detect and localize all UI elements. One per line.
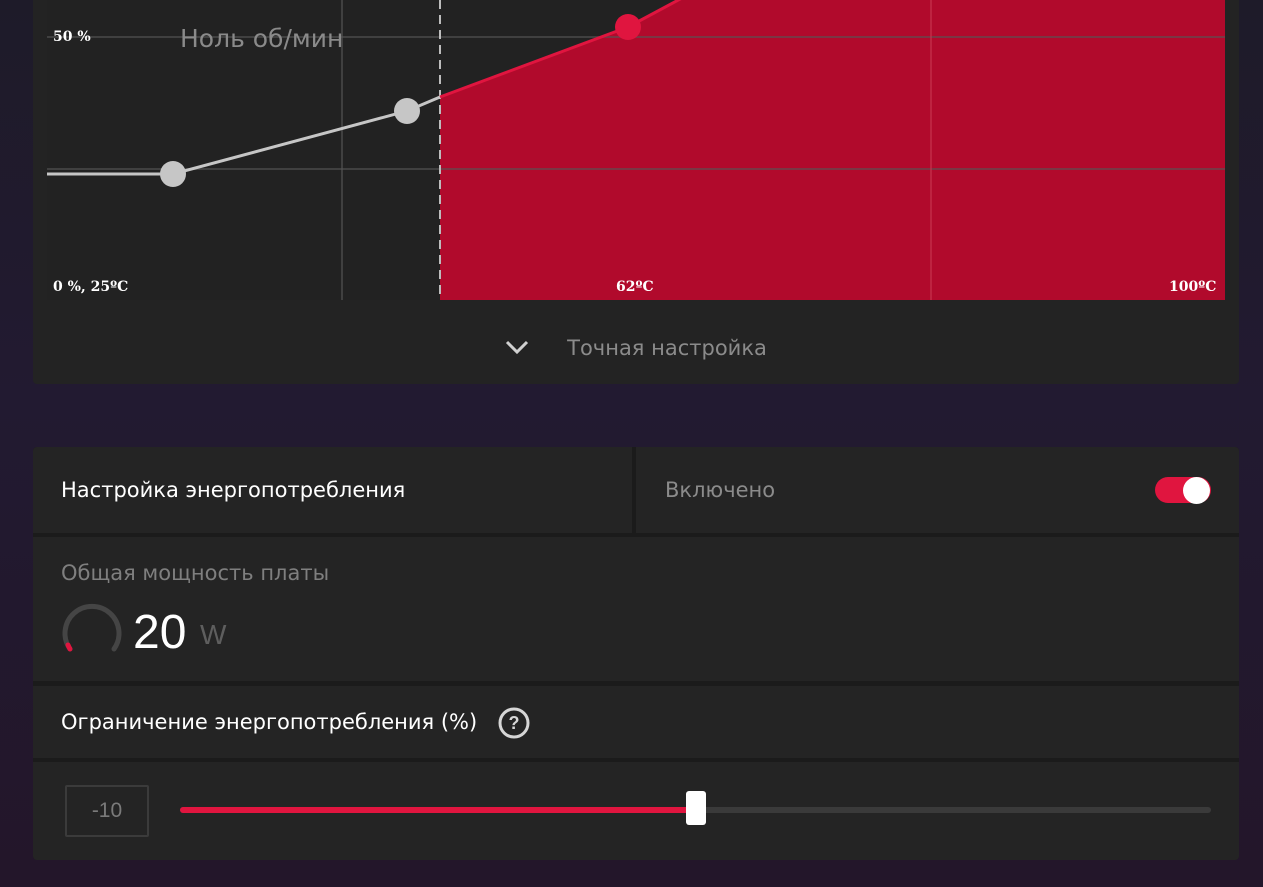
power-tuning-header: Настройка энергопотребления Включено — [33, 447, 1239, 533]
fine-tune-toggle[interactable]: Точная настройка — [33, 312, 1239, 384]
axis-origin-label: 0 %, 25ºC — [53, 279, 129, 295]
board-power-panel: Общая мощность платы — [33, 537, 1239, 681]
power-tuning-title: Настройка энергопотребления — [61, 478, 406, 502]
x-axis-label-mid: 62ºC — [616, 279, 654, 295]
curve-point-1[interactable] — [160, 161, 186, 187]
power-tuning-toggle[interactable] — [1155, 477, 1211, 504]
zero-rpm-label: Ноль об/мин — [180, 24, 344, 53]
svg-text:?: ? — [509, 713, 520, 733]
power-limit-title: Ограничение энергопотребления (%) — [61, 710, 478, 734]
board-power-value: 20 — [133, 606, 187, 659]
x-axis-label-max: 100ºC — [1169, 279, 1217, 295]
fine-tune-label: Точная настройка — [567, 336, 767, 360]
toggle-knob — [1183, 477, 1210, 504]
power-gauge-icon — [62, 603, 122, 652]
board-power-title: Общая мощность платы — [61, 561, 330, 585]
chevron-down-icon — [506, 340, 529, 355]
curve-point-3[interactable] — [615, 14, 641, 40]
fan-curve-line-inactive — [47, 95, 441, 176]
board-power-unit: W — [200, 619, 227, 650]
power-tuning-state: Включено — [665, 478, 776, 502]
fan-curve-chart[interactable]: Ноль об/мин 50 % 0 %, 25ºC 62ºC 100ºC — [47, 0, 1225, 300]
power-limit-input[interactable]: -10 — [65, 785, 149, 837]
power-limit-slider-thumb[interactable] — [685, 791, 706, 825]
power-tuning-card: Настройка энергопотребления Включено Общ… — [33, 447, 1239, 860]
power-limit-header: Ограничение энергопотребления (%) ? — [33, 686, 1239, 758]
power-tuning-title-cell: Настройка энергопотребления — [33, 447, 632, 533]
power-limit-slider-fill — [180, 807, 696, 813]
question-circle-icon[interactable]: ? — [498, 707, 530, 739]
curve-point-2[interactable] — [394, 98, 420, 124]
power-limit-slider-track[interactable] — [180, 791, 1211, 825]
fan-curve-card: Ноль об/мин 50 % 0 %, 25ºC 62ºC 100ºC То… — [33, 0, 1239, 384]
active-zone-area — [440, 0, 1225, 300]
power-tuning-state-cell: Включено — [636, 447, 1239, 533]
power-limit-slider-row: -10 — [33, 762, 1239, 860]
y-axis-label-mid: 50 % — [53, 29, 91, 45]
